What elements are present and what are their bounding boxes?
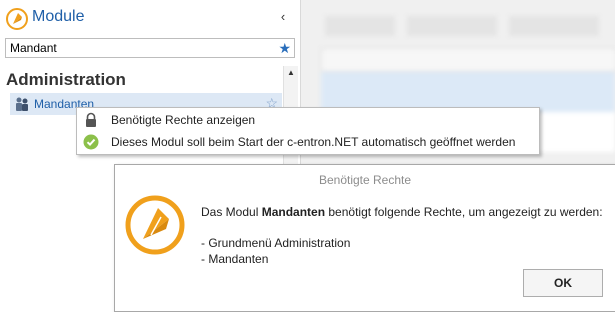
dialog-message-prefix: Das Modul [201, 205, 262, 219]
c-entron-logo-icon [6, 8, 28, 30]
required-right-item: - Mandanten [201, 252, 269, 266]
menu-item-label: Benötigte Rechte anzeigen [111, 113, 256, 127]
dialog-message: Das Modul Mandanten benötigt folgende Re… [201, 205, 603, 219]
menu-item-autostart[interactable]: Dieses Modul soll beim Start der c-entro… [77, 131, 539, 153]
tab-blurred-1[interactable] [325, 16, 395, 36]
tab-blurred-2[interactable] [407, 16, 497, 36]
dialog-module-name: Mandanten [261, 205, 326, 219]
table-row[interactable] [321, 72, 615, 92]
dialog-message-suffix: benötigt folgende Rechte, um angezeigt z… [325, 205, 603, 219]
grid-header [321, 48, 615, 72]
scroll-up-arrow-icon[interactable]: ▲ [284, 66, 298, 80]
users-icon [16, 97, 28, 111]
section-heading: Administration [6, 70, 126, 89]
checkmark-icon [83, 134, 99, 150]
menu-item-label: Dieses Modul soll beim Start der c-entro… [111, 135, 516, 149]
menu-item-show-rights[interactable]: Benötigte Rechte anzeigen [77, 109, 539, 131]
collapse-chevron-icon[interactable]: ‹ [276, 10, 290, 24]
tab-blurred-3[interactable] [509, 16, 599, 36]
lock-icon [86, 112, 96, 127]
c-entron-logo-icon [125, 195, 185, 255]
module-search-box: ★ [5, 38, 295, 58]
favorites-star-icon[interactable]: ★ [278, 40, 291, 56]
dialog-title: Benötigte Rechte [318, 173, 412, 187]
module-search-input[interactable] [10, 40, 270, 56]
ok-button[interactable]: OK [523, 269, 603, 297]
context-menu: Benötigte Rechte anzeigen Dieses Modul s… [76, 107, 540, 155]
sidebar-title: Module [32, 8, 85, 25]
tab-strip [311, 12, 615, 38]
required-rights-dialog: Benötigte Rechte Das Modul Mandanten ben… [114, 164, 615, 312]
required-right-item: - Grundmenü Administration [201, 236, 351, 250]
